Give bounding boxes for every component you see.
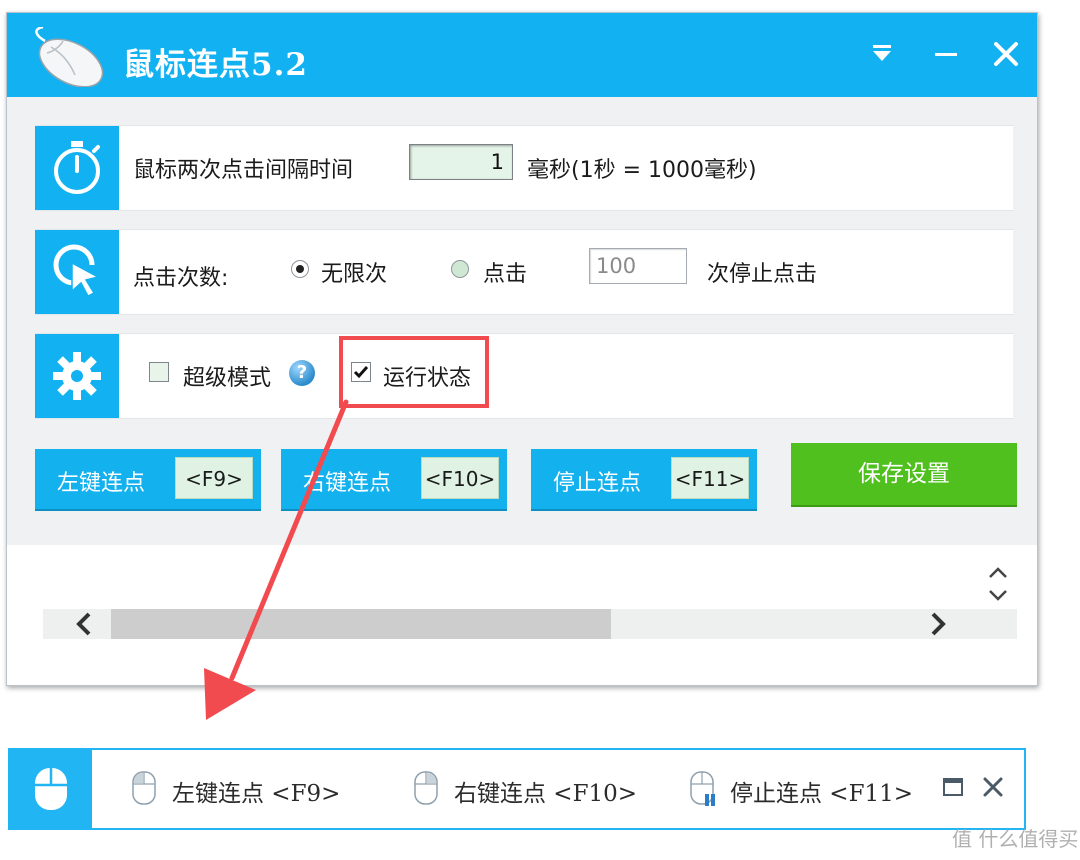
minimize-button[interactable] <box>929 37 963 71</box>
dropdown-arrow-icon <box>873 45 891 61</box>
mini-close-icon[interactable] <box>980 774 1006 800</box>
right-click-hotkey: <F10> <box>421 457 499 499</box>
close-icon <box>994 42 1018 66</box>
interval-label: 鼠标两次点击间隔时间 <box>133 158 354 183</box>
mouse-stop-icon <box>690 771 715 806</box>
mini-left-click-label: 左键连点 <F9> <box>172 781 341 807</box>
click-count-panel: 点击次数: 无限次 点击 100 次停止点击 <box>35 229 1013 315</box>
gear-icon <box>35 334 119 418</box>
watermark-text: 值 什么值得买 <box>952 827 1079 851</box>
help-icon[interactable]: ? <box>289 360 315 386</box>
scrollbar-thumb[interactable] <box>111 609 611 639</box>
mouse-right-icon <box>414 771 438 805</box>
mouse-icon <box>10 750 92 828</box>
left-click-hotkey: <F9> <box>175 457 253 499</box>
cursor-click-icon <box>35 230 119 314</box>
interval-unit: 毫秒(1秒 = 1000毫秒) <box>527 158 757 183</box>
stop-click-label: 停止连点 <box>553 471 642 496</box>
title-bar[interactable]: 鼠标连点5.2 <box>7 13 1037 97</box>
stopwatch-icon <box>35 126 119 210</box>
settings-panel: 超级模式 ? 运行状态 <box>35 333 1013 419</box>
scroll-right-icon[interactable] <box>927 609 949 639</box>
left-click-label: 左键连点 <box>57 471 146 496</box>
click-count-suffix: 次停止点击 <box>707 262 818 287</box>
right-click-label: 右键连点 <box>303 471 392 496</box>
right-click-button[interactable]: 右键连点 <F10> <box>281 449 507 509</box>
mouse-logo-icon <box>35 27 104 87</box>
menu-button[interactable] <box>865 37 899 71</box>
close-button[interactable] <box>989 37 1023 71</box>
mini-toolbar: 左键连点 <F9> 右键连点 <F10> 停止连点 <F11> <box>8 748 1026 830</box>
save-settings-button[interactable]: 保存设置 <box>791 443 1017 505</box>
radio-count[interactable] <box>451 260 469 278</box>
radio-count-label: 点击 <box>483 262 528 287</box>
interval-input[interactable]: 1 <box>409 144 513 180</box>
radio-unlimited-label: 无限次 <box>321 262 388 287</box>
main-window: 鼠标连点5.2 鼠标两次点击间隔时间 1 毫秒(1秒 = 1000毫秒) 点击次… <box>6 12 1038 686</box>
interval-panel: 鼠标两次点击间隔时间 1 毫秒(1秒 = 1000毫秒) <box>35 125 1013 211</box>
click-count-input[interactable]: 100 <box>589 248 687 284</box>
radio-unlimited[interactable] <box>291 260 309 278</box>
super-mode-label: 超级模式 <box>183 366 272 391</box>
click-count-label: 点击次数: <box>133 266 229 291</box>
spin-updown-icon[interactable] <box>985 565 1011 605</box>
mouse-left-icon <box>132 771 156 805</box>
highlight-box <box>339 336 489 408</box>
scroll-left-icon[interactable] <box>73 609 95 639</box>
stop-click-button[interactable]: 停止连点 <F11> <box>531 449 757 509</box>
maximize-icon[interactable] <box>942 776 964 798</box>
window-title: 鼠标连点5.2 <box>123 47 308 83</box>
left-click-button[interactable]: 左键连点 <F9> <box>35 449 261 509</box>
super-mode-checkbox[interactable] <box>149 362 169 382</box>
stop-click-hotkey: <F11> <box>671 457 749 499</box>
mini-stop-click-label: 停止连点 <F11> <box>730 781 914 807</box>
minimize-icon <box>935 53 957 56</box>
mini-right-click-label: 右键连点 <F10> <box>454 781 638 807</box>
